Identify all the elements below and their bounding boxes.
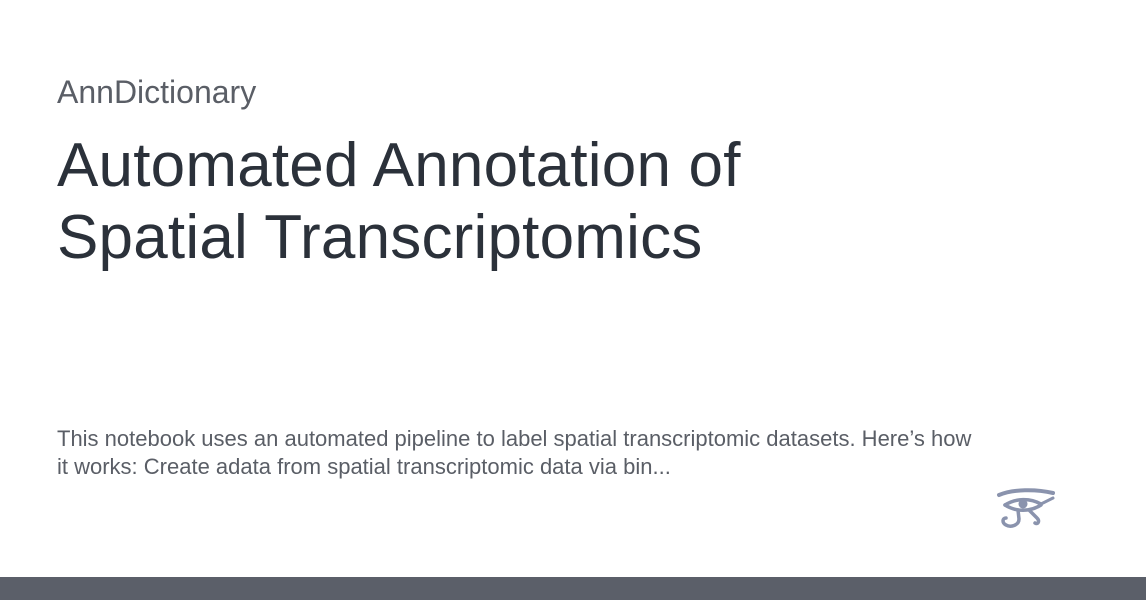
page-title-line-2: Spatial Transcriptomics xyxy=(57,203,703,272)
logo-tail xyxy=(1039,496,1055,506)
logo-drop xyxy=(1001,508,1021,528)
logo-pupil xyxy=(1018,499,1028,509)
logo-curl xyxy=(1027,508,1041,526)
logo-brow xyxy=(997,488,1055,497)
page-description-line-2: it works: Create adata from spatial tran… xyxy=(57,454,671,479)
site-name: AnnDictionary xyxy=(57,74,257,110)
eye-of-horus-icon xyxy=(997,488,1055,528)
page-description: This notebook uses an automated pipeline… xyxy=(57,425,1057,481)
preview-card: AnnDictionary Automated Annotation of Sp… xyxy=(0,0,1146,600)
footer-bar xyxy=(0,577,1146,600)
page-title: Automated Annotation of Spatial Transcri… xyxy=(57,130,877,274)
page-description-line-1: This notebook uses an automated pipeline… xyxy=(57,426,972,451)
page-title-line-1: Automated Annotation of xyxy=(57,131,741,200)
